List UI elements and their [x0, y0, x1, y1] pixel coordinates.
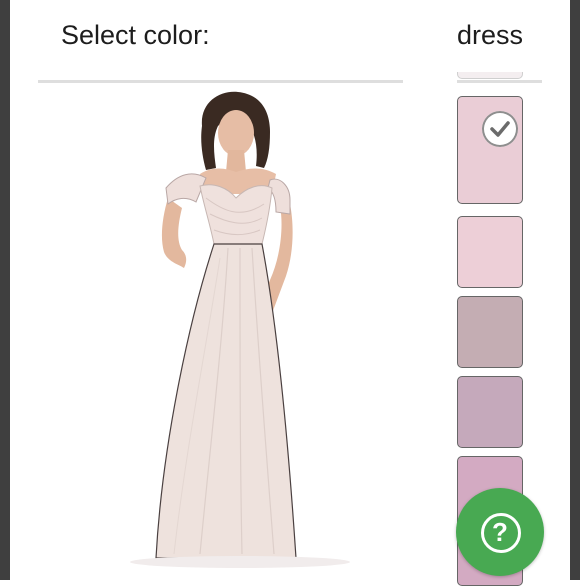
dress-sleeve-left [165, 173, 207, 205]
help-button[interactable]: ? [456, 488, 544, 576]
checkmark-icon [482, 111, 518, 147]
model-arm-left [161, 198, 187, 268]
swatch-2[interactable] [457, 216, 523, 288]
swatch-4[interactable] [457, 376, 523, 448]
model-face [218, 110, 254, 156]
floor-shadow [130, 556, 350, 568]
dress-product-image [130, 91, 350, 568]
screen-frame-left [0, 0, 10, 580]
question-mark-icon: ? [492, 517, 508, 547]
select-color-label: Select color: [61, 20, 210, 50]
divider-right [457, 80, 542, 83]
swatch-3[interactable] [457, 296, 523, 368]
category-label: dress [457, 20, 524, 50]
screen-frame-right [570, 0, 580, 580]
swatch-scroll-remnant [457, 72, 523, 79]
model-neck [226, 150, 246, 172]
divider-left [38, 80, 403, 83]
swatch-selected[interactable] [457, 96, 523, 204]
